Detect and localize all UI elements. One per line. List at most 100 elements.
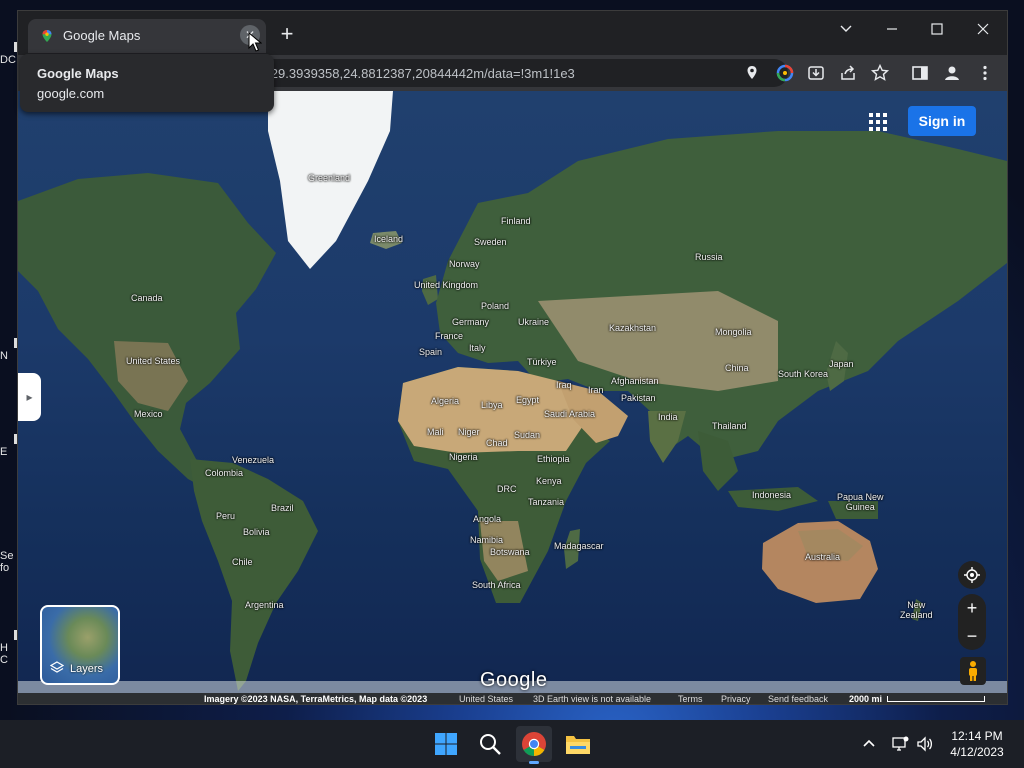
place-label-niger: Niger	[458, 427, 480, 437]
close-window-icon[interactable]	[968, 17, 998, 41]
place-label-bolivia: Bolivia	[243, 527, 270, 537]
place-label-russia: Russia	[695, 252, 723, 262]
desktop-icon-label: N	[0, 350, 8, 362]
location-pin-icon[interactable]	[742, 63, 762, 83]
taskbar: 12:14 PM 4/12/2023	[0, 720, 1024, 768]
send-feedback-link[interactable]: Send feedback	[768, 693, 828, 704]
bookmark-star-icon[interactable]	[870, 63, 890, 83]
tab-google-maps[interactable]: Google Maps ✕	[28, 19, 266, 53]
google-apps-grid-icon[interactable]	[868, 112, 888, 132]
side-panel-icon[interactable]	[910, 63, 930, 83]
place-label-madagascar: Madagascar	[554, 541, 604, 551]
place-label-china: China	[725, 363, 749, 373]
place-label-kazakhstan: Kazakhstan	[609, 323, 657, 333]
minimize-icon[interactable]	[877, 17, 907, 41]
place-label-poland: Poland	[481, 301, 510, 311]
volume-icon[interactable]	[916, 735, 934, 753]
map-canvas[interactable]: Greenland Iceland Finland Sweden Norway …	[18, 91, 1007, 704]
place-label-new-zealand: New Zealand	[900, 600, 933, 620]
maximize-icon[interactable]	[922, 17, 952, 41]
profile-icon[interactable]	[942, 63, 962, 83]
place-label-greenland: Greenland	[308, 173, 351, 183]
place-label-afghanistan: Afghanistan	[611, 376, 659, 386]
desktop-icon-label: DC	[0, 54, 16, 66]
place-label-kenya: Kenya	[536, 476, 562, 486]
region-link[interactable]: United States	[459, 693, 513, 704]
place-label-libya: Libya	[481, 400, 503, 410]
privacy-link[interactable]: Privacy	[721, 693, 751, 704]
tab-hover-card: Google Maps google.com	[20, 54, 274, 112]
google-maps-pin-icon	[42, 30, 52, 42]
imagery-credit: Imagery ©2023 NASA, TerraMetrics, Map da…	[204, 694, 428, 704]
place-label-mexico: Mexico	[134, 409, 163, 419]
clock-date: 4/12/2023	[950, 745, 1004, 759]
place-label-south-korea: South Korea	[778, 369, 829, 379]
desktop-icon-label: fo	[0, 562, 10, 574]
zoom-control: + −	[958, 594, 986, 650]
zoom-in-button[interactable]: +	[958, 594, 986, 622]
zoom-out-button[interactable]: −	[958, 622, 986, 650]
desktop-icon[interactable]: DC	[0, 42, 18, 66]
layers-button[interactable]: Layers	[40, 605, 120, 685]
place-label-peru: Peru	[216, 511, 236, 521]
active-indicator	[529, 761, 539, 764]
start-button[interactable]	[428, 726, 464, 762]
side-panel-toggle-button[interactable]: ▸	[18, 373, 41, 421]
my-location-button[interactable]	[958, 561, 986, 589]
tab-search-chevron-icon[interactable]	[831, 17, 861, 41]
street-view-pegman-button[interactable]	[960, 657, 986, 685]
show-hidden-icons-chevron-icon[interactable]	[860, 735, 878, 753]
hover-card-title: Google Maps	[37, 66, 119, 81]
place-label-saudi-arabia: Saudi Arabia	[544, 409, 596, 419]
clock-time: 12:14 PM	[951, 729, 1003, 743]
place-label-united-kingdom: United Kingdom	[414, 280, 479, 290]
desktop-icon[interactable]: E	[0, 434, 18, 458]
google-lens-icon[interactable]	[775, 63, 795, 83]
place-label-mongolia: Mongolia	[715, 327, 752, 337]
map-footer: Imagery ©2023 NASA, TerraMetrics, Map da…	[18, 693, 1007, 704]
desktop-icon[interactable]: Se fo	[0, 550, 18, 574]
place-label-namibia: Namibia	[470, 535, 504, 545]
place-label-spain: Spain	[419, 347, 443, 357]
browser-window: Google Maps ✕ + /@29.3939358,24.8812387,…	[17, 10, 1008, 705]
place-label-germany: Germany	[452, 317, 490, 327]
terms-link[interactable]: Terms	[678, 693, 703, 704]
place-label-argentina: Argentina	[245, 600, 284, 610]
google-logo: Google	[480, 669, 548, 691]
install-app-icon[interactable]	[806, 63, 826, 83]
place-label-brazil: Brazil	[271, 503, 294, 513]
desktop-icon[interactable]: N	[0, 338, 18, 362]
system-clock[interactable]: 12:14 PM 4/12/2023	[944, 728, 1010, 760]
sign-in-button[interactable]: Sign in	[908, 106, 976, 136]
more-menu-icon[interactable]	[975, 63, 995, 83]
chrome-taskbar-button[interactable]	[516, 726, 552, 764]
place-label-finland: Finland	[501, 216, 531, 226]
place-label-drc: DRC	[497, 484, 517, 494]
place-label-japan: Japan	[829, 359, 854, 369]
place-label-colombia: Colombia	[205, 468, 244, 478]
new-tab-button[interactable]: +	[276, 23, 298, 46]
tab-title: Google Maps	[63, 28, 141, 43]
share-icon[interactable]	[838, 63, 858, 83]
desktop-icon[interactable]: HC	[0, 630, 18, 666]
desktop-icon-label: H	[0, 642, 8, 654]
desktop-icon-label: C	[0, 654, 8, 666]
place-label-iceland: Iceland	[374, 234, 404, 244]
place-label-egypt: Egypt	[516, 395, 540, 405]
place-label-botswana: Botswana	[490, 547, 530, 557]
place-label-tanzania: Tanzania	[528, 497, 565, 507]
place-label-chad: Chad	[486, 438, 508, 448]
place-label-algeria: Algeria	[431, 396, 460, 406]
place-label-angola: Angola	[473, 514, 502, 524]
place-label-norway: Norway	[449, 259, 480, 269]
place-label-venezuela: Venezuela	[232, 455, 275, 465]
mouse-cursor-icon	[248, 32, 262, 52]
windows-logo-icon	[435, 733, 457, 755]
search-button[interactable]	[472, 726, 508, 762]
network-icon[interactable]	[891, 735, 909, 753]
place-label-thailand: Thailand	[712, 421, 747, 431]
file-explorer-button[interactable]	[560, 726, 596, 762]
scale-label[interactable]: 2000 mi	[849, 693, 882, 704]
place-label-france: France	[435, 331, 464, 341]
pegman-icon	[969, 661, 977, 681]
